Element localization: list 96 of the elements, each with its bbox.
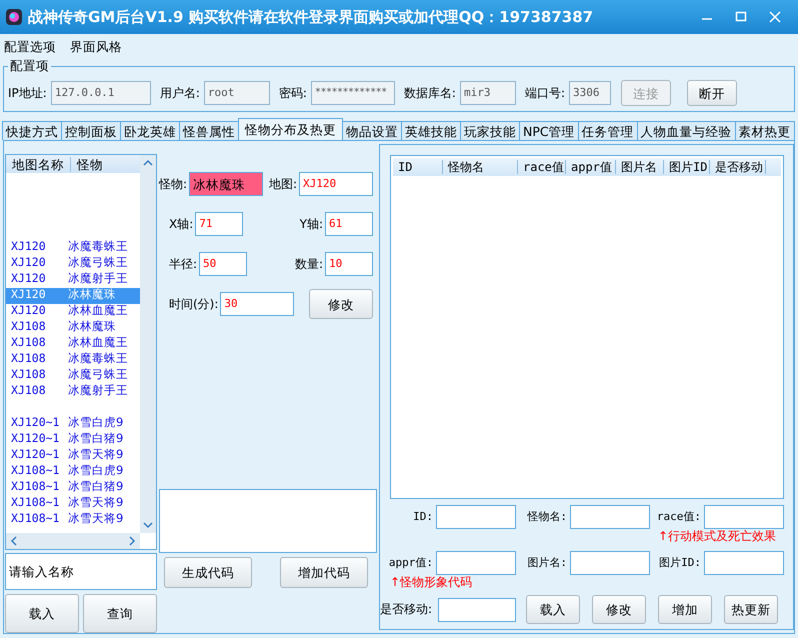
field-label: 密码: [278, 86, 307, 100]
tab[interactable]: 玩家技能 [460, 121, 520, 140]
tab[interactable]: 人物血量与经验 [636, 121, 736, 140]
field-label: 图片ID: [659, 556, 702, 570]
field-label: race值: [656, 510, 702, 524]
list-row[interactable]: XJ120 冰魔毒蛛王 [6, 240, 140, 256]
horizontal-scrollbar[interactable] [6, 533, 140, 549]
text-field[interactable]: 71 [195, 212, 244, 236]
column-header[interactable]: appr值 [566, 160, 616, 174]
list-row[interactable]: XJ108 冰魔射手王 [6, 384, 140, 400]
app-icon [6, 9, 22, 25]
text-field[interactable]: 冰林魔珠 [189, 172, 264, 196]
group-title: 配置项 [8, 58, 51, 73]
button[interactable]: 查询 [83, 594, 157, 633]
field-label: ID: [413, 510, 434, 524]
field-label: 数据库名: [404, 86, 456, 100]
list-row[interactable]: XJ108~1 冰雪天将9 [6, 496, 140, 512]
list-row[interactable]: XJ108 冰魔弓蛛王 [6, 368, 140, 384]
field-label: 是否移动: [380, 602, 432, 617]
close-icon[interactable] [767, 9, 783, 25]
list-row[interactable]: XJ108~1 冰雪白猪9 [6, 480, 140, 496]
button[interactable]: 修改 [592, 595, 646, 624]
code-text-area[interactable] [159, 489, 377, 553]
text-field[interactable] [570, 551, 650, 575]
window-title: 战神传奇GM后台V1.9 购买软件请在软件登录界面购买或加代理QQ：197387387 [28, 8, 594, 26]
tab[interactable]: NPC管理 [519, 121, 579, 140]
column-header[interactable]: 图片ID [664, 160, 710, 174]
button[interactable]: 修改 [309, 289, 373, 319]
field-label: 端口号: [524, 86, 566, 100]
tab[interactable]: 快捷方式 [2, 121, 62, 140]
field-label: 图片名: [527, 556, 568, 570]
column-header[interactable]: 地图名称 [6, 156, 71, 172]
field-label: 怪物: [159, 176, 188, 192]
field-label: 用户名: [160, 86, 200, 100]
text-field[interactable] [436, 505, 516, 529]
field-label: 怪物名: [527, 510, 568, 524]
vertical-scrollbar[interactable] [140, 155, 156, 533]
list-row[interactable]: XJ120 冰魔弓蛛王 [6, 256, 140, 272]
menu-item[interactable]: 配置选项 [4, 38, 56, 54]
tab[interactable]: 卧龙英雄 [120, 121, 180, 140]
tab[interactable]: 怪物分布及热更 [238, 118, 343, 140]
tab[interactable]: 素材热更 [734, 121, 795, 140]
text-field[interactable]: 61 [325, 212, 373, 236]
tab[interactable]: 怪兽属性 [179, 121, 239, 140]
list-row[interactable]: XJ108~1 冰雪白虎9 [6, 464, 140, 480]
text-field[interactable]: 10 [325, 252, 373, 276]
list-row[interactable]: XJ108 冰林血魔王 [6, 336, 140, 352]
tab[interactable]: 英雄技能 [401, 121, 461, 140]
button[interactable]: 载入 [5, 594, 79, 633]
button[interactable]: 热更新 [724, 595, 778, 624]
field-label: 半径: [169, 256, 198, 272]
field-label: 时间(分): [169, 296, 218, 312]
list-row[interactable]: XJ120 冰林血魔王 [6, 304, 140, 320]
text-field[interactable] [570, 505, 650, 529]
column-header[interactable]: race值 [518, 160, 566, 174]
text-field[interactable]: XJ120 [299, 172, 373, 196]
list-row[interactable]: XJ108 冰魔毒蛛王 [6, 352, 140, 368]
field-label: IP地址: [8, 86, 47, 100]
scroll-right-icon[interactable] [128, 536, 136, 546]
list-row[interactable]: XJ108~1 冰雪天将9 [6, 512, 140, 528]
hint-text: ↑行动模式及死亡效果 [658, 529, 776, 543]
field-label: 地图: [268, 176, 297, 192]
column-header[interactable]: 是否移动 [710, 160, 766, 174]
field-label: appr值: [388, 556, 434, 570]
scroll-up-icon[interactable] [143, 159, 153, 167]
list-row[interactable]: XJ120~1 冰雪天将9 [6, 448, 140, 464]
field-label: 数量: [294, 256, 323, 272]
text-field[interactable] [704, 551, 784, 575]
search-field[interactable]: 请输入名称 [5, 553, 157, 590]
field-label: Y轴: [300, 216, 323, 232]
hint-text: ↑怪物形象代码 [390, 575, 472, 589]
scroll-left-icon[interactable] [10, 536, 18, 546]
field-label: X轴: [169, 216, 194, 232]
list-row[interactable]: XJ120~1 冰雪白虎9 [6, 416, 140, 432]
text-field[interactable] [438, 598, 516, 622]
list-row[interactable]: XJ120~1 冰雪白猪9 [6, 432, 140, 448]
button[interactable]: 载入 [526, 595, 580, 624]
list-row[interactable]: XJ120 冰魔射手王 [6, 272, 140, 288]
text-field[interactable]: 50 [199, 252, 248, 276]
tab[interactable]: 任务管理 [578, 121, 638, 140]
list-row[interactable]: XJ108 冰林魔珠 [6, 320, 140, 336]
text-field[interactable] [436, 551, 516, 575]
column-header[interactable]: ID [393, 160, 443, 174]
column-header[interactable]: 怪物名 [443, 160, 518, 174]
button[interactable]: 增加 [658, 595, 712, 624]
column-header[interactable]: 图片名 [616, 160, 664, 174]
tab[interactable]: 物品设置 [342, 121, 402, 140]
text-field[interactable]: 30 [220, 292, 294, 316]
button[interactable]: 断开 [687, 80, 738, 106]
tab[interactable]: 控制面板 [61, 121, 121, 140]
scroll-down-icon[interactable] [143, 521, 153, 529]
text-field[interactable] [704, 505, 784, 529]
button[interactable]: 增加代码 [280, 557, 368, 588]
column-header[interactable]: 怪物 [71, 156, 109, 172]
button[interactable]: 生成代码 [164, 557, 252, 588]
menu-item[interactable]: 界面风格 [70, 38, 122, 54]
